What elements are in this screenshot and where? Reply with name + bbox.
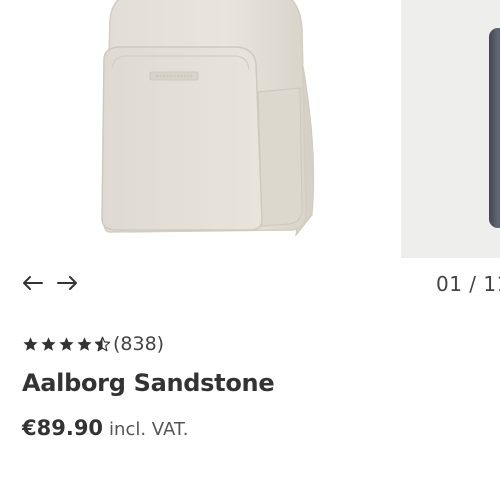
vat-note: incl. VAT.	[109, 419, 189, 440]
product-image-gallery[interactable]	[0, 0, 500, 258]
review-count[interactable]: (838)	[113, 333, 164, 355]
backpack-image	[101, 0, 315, 237]
product-image-next[interactable]	[401, 0, 500, 258]
star-full-icon	[23, 336, 38, 351]
product-title: Aalborg Sandstone	[22, 369, 275, 397]
product-rating[interactable]: (838)	[22, 333, 164, 355]
gallery-navigation	[18, 268, 82, 298]
star-full-icon	[59, 336, 74, 351]
price-line: €89.90 incl. VAT.	[22, 416, 188, 440]
star-half-icon	[94, 336, 111, 351]
star-full-icon	[41, 336, 56, 351]
arrow-left-icon	[23, 276, 43, 290]
star-full-icon	[77, 336, 92, 351]
next-image-button[interactable]	[54, 268, 82, 298]
product-image-main[interactable]	[0, 0, 390, 258]
arrow-right-icon	[57, 276, 77, 290]
previous-image-button[interactable]	[18, 268, 46, 298]
product-price: €89.90	[22, 416, 104, 440]
rating-stars	[22, 336, 111, 353]
strap-image	[489, 28, 500, 228]
image-counter: 01 / 11	[436, 272, 500, 296]
